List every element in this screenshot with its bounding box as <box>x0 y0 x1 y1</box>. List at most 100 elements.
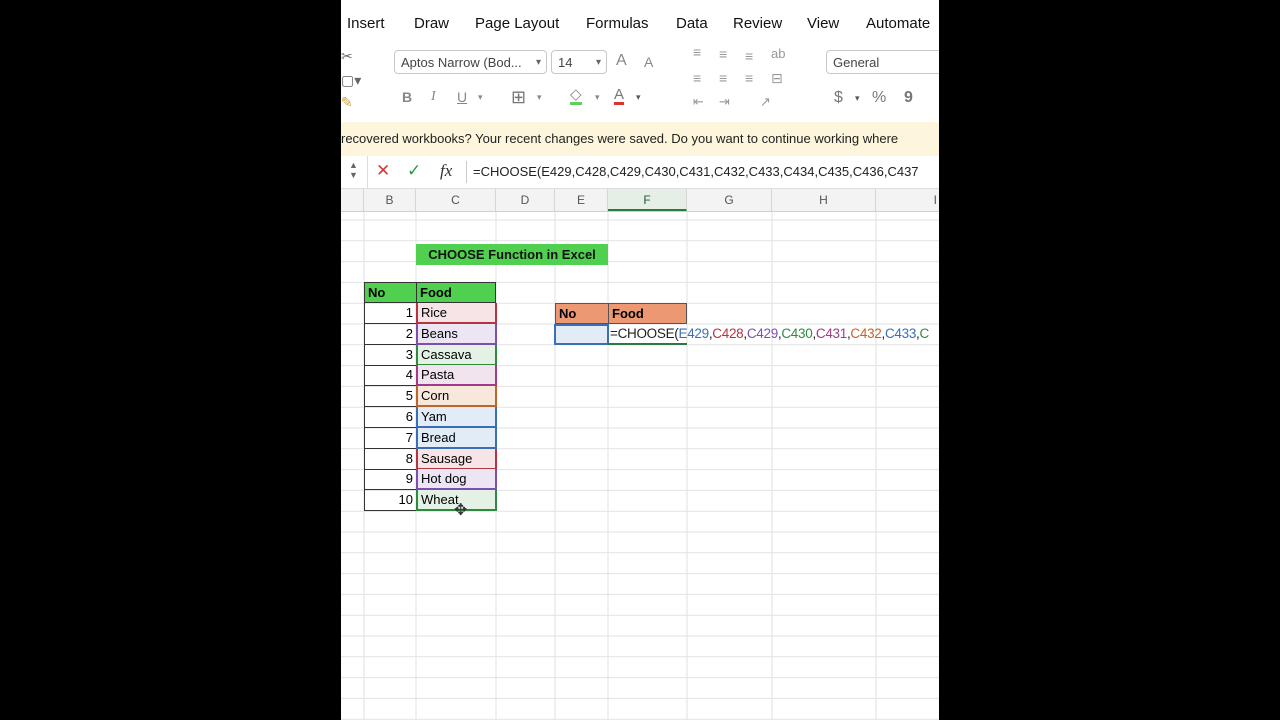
table-row-no[interactable]: 1 <box>364 303 417 324</box>
format-painter-icon[interactable]: ✎ <box>341 94 353 111</box>
number-format-dropdown[interactable]: General <box>826 50 939 74</box>
chevron-down-icon[interactable]: ▾ <box>855 93 860 104</box>
column-header-C[interactable]: C <box>416 189 496 211</box>
text-direction-icon[interactable]: ↗ <box>760 94 771 110</box>
chevron-down-icon[interactable]: ▾ <box>595 92 600 103</box>
table-row-food[interactable]: Corn <box>416 386 497 408</box>
column-header-D[interactable]: D <box>496 189 555 211</box>
table-header-no[interactable]: No <box>364 282 417 303</box>
formula-input[interactable]: =CHOOSE(E429,C428,C429,C430,C431,C432,C4… <box>466 161 939 183</box>
menu-data[interactable]: Data <box>676 15 708 32</box>
font-color-icon[interactable]: A <box>614 87 625 105</box>
table-row-food[interactable]: Rice <box>416 303 497 324</box>
comma-style-button[interactable]: 9 <box>904 89 913 107</box>
table-header-food[interactable]: Food <box>416 282 496 303</box>
table-row-no[interactable]: 6 <box>364 407 417 428</box>
table-row-food[interactable]: Hot dog <box>416 469 497 491</box>
menu-review[interactable]: Review <box>733 15 782 32</box>
increase-font-button[interactable]: A <box>616 52 627 70</box>
align-top-icon[interactable]: ≡ <box>693 44 701 60</box>
table-row-food[interactable]: Sausage <box>416 448 497 470</box>
accept-icon[interactable]: ✓ <box>407 161 421 181</box>
percent-button[interactable]: % <box>872 89 886 107</box>
sheet-title[interactable]: CHOOSE Function in Excel <box>416 244 608 265</box>
decrease-font-button[interactable]: A <box>644 54 653 70</box>
table-row-food[interactable]: Yam <box>416 407 497 428</box>
table-row-no[interactable]: 7 <box>364 427 417 449</box>
lookup-header-food[interactable]: Food <box>608 303 687 324</box>
number-format-value: General <box>833 55 880 70</box>
bold-button[interactable]: B <box>402 89 412 105</box>
column-header-G[interactable]: G <box>687 189 772 211</box>
chevron-down-icon[interactable]: ▾ <box>636 92 641 103</box>
fill-color-icon[interactable]: ◇ <box>570 87 582 105</box>
formula-bar: ▲ ▼ ✕ ✓ fx =CHOOSE(E429,C428,C429,C430,C4… <box>341 156 939 189</box>
excel-window: Insert Draw Page Layout Formulas Data Re… <box>341 0 939 720</box>
lookup-no-input-cell[interactable] <box>554 324 609 345</box>
menu-view[interactable]: View <box>807 15 839 32</box>
formula-token: E429 <box>678 326 710 341</box>
formula-token: C431 <box>815 326 847 341</box>
menu-draw[interactable]: Draw <box>414 15 449 32</box>
font-name-dropdown[interactable]: Aptos Narrow (Bod... ▾ <box>394 50 547 74</box>
chevron-down-icon: ▾ <box>595 57 601 68</box>
formula-token: C432 <box>850 326 882 341</box>
column-header-H[interactable]: H <box>772 189 876 211</box>
recovery-info-bar: recovered workbooks? Your recent changes… <box>341 122 939 156</box>
column-headers: B C D E F G H I <box>341 189 939 212</box>
formula-token: C433 <box>884 326 917 341</box>
menu-insert[interactable]: Insert <box>347 15 385 32</box>
column-header-F[interactable]: F <box>608 189 687 211</box>
active-cell-underline <box>608 343 687 345</box>
column-header-E[interactable]: E <box>555 189 608 211</box>
column-header-B[interactable]: B <box>364 189 416 211</box>
table-row-food[interactable]: Pasta <box>416 365 497 387</box>
scissors-icon[interactable]: ✂ <box>341 48 353 65</box>
menu-page-layout[interactable]: Page Layout <box>475 15 559 32</box>
menu-automate[interactable]: Automate <box>866 15 930 32</box>
table-row-no[interactable]: 4 <box>364 365 417 387</box>
lookup-formula-cell[interactable]: =CHOOSE(E429,C428,C429,C430,C431,C432,C4… <box>608 324 939 345</box>
chevron-down-icon[interactable]: ▾ <box>478 92 483 103</box>
increase-indent-icon[interactable]: ⇥ <box>719 94 730 110</box>
lookup-header-no[interactable]: No <box>555 303 609 324</box>
column-header-A[interactable] <box>341 189 364 211</box>
font-size-value: 14 <box>558 55 573 70</box>
italic-button[interactable]: I <box>431 89 436 105</box>
chevron-down-icon[interactable]: ▾ <box>537 92 542 103</box>
font-size-dropdown[interactable]: 14 ▾ <box>551 50 607 74</box>
insert-function-icon[interactable]: fx <box>440 161 452 181</box>
orientation-icon[interactable]: ab <box>771 46 785 61</box>
table-row-food[interactable]: Cassava <box>416 344 497 366</box>
recovery-message: recovered workbooks? Your recent changes… <box>341 131 899 146</box>
table-row-no[interactable]: 5 <box>364 386 417 408</box>
table-row-no[interactable]: 2 <box>364 323 417 345</box>
worksheet-grid[interactable]: CHOOSE Function in Excel No Food 1 Rice 2 B… <box>341 212 939 720</box>
column-header-I[interactable]: I <box>876 189 939 211</box>
table-row-no[interactable]: 8 <box>364 448 417 470</box>
merge-center-icon[interactable]: ⊟ <box>771 70 783 87</box>
table-row-no[interactable]: 10 <box>364 490 417 512</box>
name-box-stepper[interactable]: ▲ ▼ <box>349 160 358 180</box>
decrease-indent-icon[interactable]: ⇤ <box>693 94 704 110</box>
font-name-value: Aptos Narrow (Bod... <box>401 55 522 70</box>
borders-icon[interactable]: ⊞ <box>511 87 526 108</box>
underline-button[interactable]: U <box>457 89 467 105</box>
formula-token: C430 <box>781 326 813 341</box>
paste-icon[interactable]: ▢▾ <box>341 72 361 89</box>
align-right-icon[interactable]: ≡ <box>745 70 753 86</box>
table-row-food[interactable]: Bread <box>416 427 497 449</box>
ribbon: ✂ ▢▾ ✎ Aptos Narrow (Bod... ▾ 14 ▾ A A B… <box>341 44 939 122</box>
divider <box>367 156 368 188</box>
table-row-food[interactable]: Beans <box>416 323 497 345</box>
align-middle-icon[interactable]: ≡ <box>719 46 727 62</box>
formula-token: C429 <box>746 326 778 341</box>
align-left-icon[interactable]: ≡ <box>693 70 701 86</box>
menu-formulas[interactable]: Formulas <box>586 15 649 32</box>
currency-button[interactable]: $ <box>834 89 843 107</box>
align-center-icon[interactable]: ≡ <box>719 70 727 86</box>
align-bottom-icon[interactable]: ≡ <box>745 48 753 64</box>
table-row-no[interactable]: 3 <box>364 344 417 366</box>
table-row-no[interactable]: 9 <box>364 469 417 491</box>
cancel-icon[interactable]: ✕ <box>376 161 390 181</box>
